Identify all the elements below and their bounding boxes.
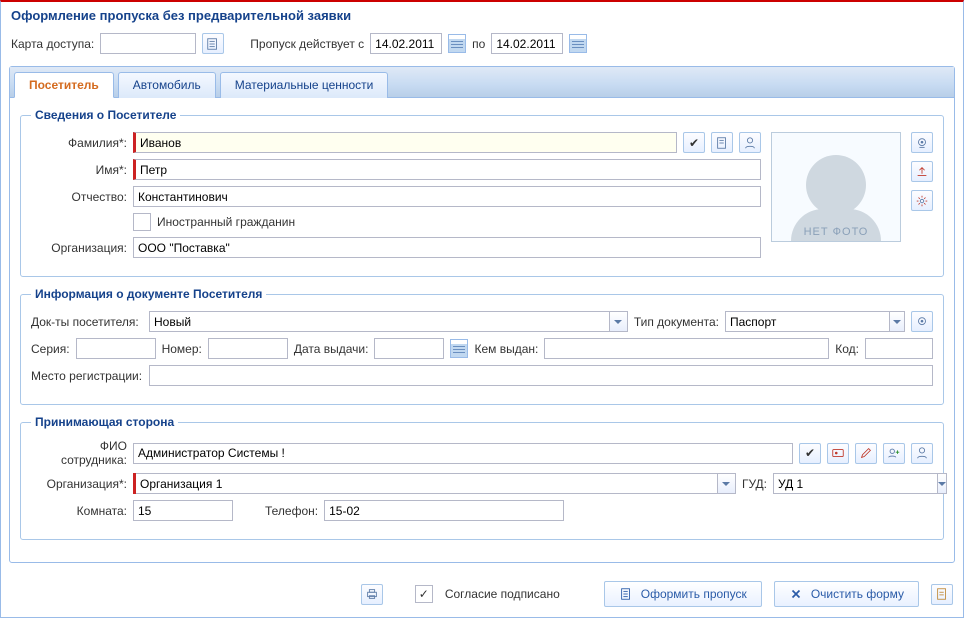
settings-icon[interactable] — [911, 190, 933, 211]
fieldset-visitor: Сведения о Посетителе Фамилия*: ✔ — [20, 108, 944, 277]
visitor-org-label: Организация: — [31, 241, 127, 255]
foreigner-label: Иностранный гражданин — [157, 215, 295, 229]
consent-label: Согласие подписано — [445, 587, 560, 601]
surname-label: Фамилия*: — [31, 136, 127, 150]
chevron-down-icon[interactable] — [718, 473, 736, 494]
issue-date-label: Дата выдачи: — [294, 342, 369, 356]
room-label: Комната: — [31, 504, 127, 518]
code-input[interactable] — [865, 338, 933, 359]
number-input[interactable] — [208, 338, 288, 359]
host-fio-input[interactable] — [133, 443, 793, 464]
fieldset-host: Принимающая сторона ФИО сотрудника: ✔ — [20, 415, 944, 540]
card-scan-icon[interactable] — [202, 33, 224, 54]
fieldset-docs: Информация о документе Посетителя Док-ты… — [20, 287, 944, 405]
tab-vehicle[interactable]: Автомобиль — [118, 72, 216, 98]
chevron-down-icon[interactable] — [890, 311, 905, 332]
validity-toolbar: Карта доступа: Пропуск действует с по — [1, 31, 963, 64]
series-label: Серия: — [31, 342, 70, 356]
valid-from-label: Пропуск действует с — [250, 37, 364, 51]
card-label: Карта доступа: — [11, 37, 94, 51]
tab-materials[interactable]: Материальные ценности — [220, 72, 389, 98]
issue-date-calendar-icon[interactable] — [450, 339, 468, 358]
valid-to-label: по — [472, 37, 485, 51]
phone-label: Телефон: — [265, 504, 318, 518]
reg-input[interactable] — [149, 365, 933, 386]
host-edit-icon[interactable] — [855, 443, 877, 464]
form-body: Сведения о Посетителе Фамилия*: ✔ — [10, 98, 954, 562]
clear-button[interactable]: Очистить форму — [774, 581, 919, 607]
scan-doc-icon[interactable] — [911, 311, 933, 332]
host-org-value[interactable] — [136, 473, 718, 494]
gud-value[interactable] — [773, 473, 938, 494]
tab-visitor[interactable]: Посетитель — [14, 72, 114, 98]
upload-photo-icon[interactable] — [911, 161, 933, 182]
number-label: Номер: — [162, 342, 202, 356]
issued-by-label: Кем выдан: — [474, 342, 538, 356]
host-fio-label: ФИО сотрудника: — [31, 439, 127, 467]
visitor-legend: Сведения о Посетителе — [31, 108, 180, 122]
notes-icon[interactable] — [931, 584, 953, 605]
docs-select-value[interactable] — [149, 311, 610, 332]
name-label: Имя*: — [31, 163, 127, 177]
host-org-label: Организация*: — [31, 477, 127, 491]
host-legend: Принимающая сторона — [31, 415, 178, 429]
room-input[interactable] — [133, 500, 233, 521]
submit-button[interactable]: Оформить пропуск — [604, 581, 762, 607]
chevron-down-icon[interactable] — [938, 473, 947, 494]
code-label: Код: — [835, 342, 859, 356]
print-icon[interactable] — [361, 584, 383, 605]
window-title: Оформление пропуска без предварительной … — [1, 2, 963, 31]
host-add-person-icon[interactable] — [883, 443, 905, 464]
photo-placeholder: НЕТ ФОТО — [771, 132, 901, 242]
no-photo-label: НЕТ ФОТО — [804, 226, 869, 238]
tabs-strip: Посетитель Автомобиль Материальные ценно… — [10, 67, 954, 98]
date-to-calendar-icon[interactable] — [569, 34, 587, 53]
date-from-calendar-icon[interactable] — [448, 34, 466, 53]
host-confirm-icon[interactable]: ✔ — [799, 443, 821, 464]
card-input[interactable] — [100, 33, 196, 54]
pass-registration-window: Оформление пропуска без предварительной … — [0, 0, 964, 618]
doc-type-select[interactable] — [725, 311, 905, 332]
doc-type-value[interactable] — [725, 311, 890, 332]
surname-input[interactable] — [133, 132, 677, 153]
footer-actions: Согласие подписано Оформить пропуск Очис… — [1, 571, 963, 617]
person-icon[interactable] — [739, 132, 761, 153]
confirm-icon[interactable]: ✔ — [683, 132, 705, 153]
name-input[interactable] — [133, 159, 761, 180]
doc-type-label: Тип документа: — [634, 315, 719, 329]
tabs-panel: Посетитель Автомобиль Материальные ценно… — [9, 66, 955, 563]
consent-checkbox[interactable] — [415, 585, 433, 603]
chevron-down-icon[interactable] — [610, 311, 628, 332]
host-org-select[interactable] — [133, 473, 736, 494]
date-to-input[interactable] — [491, 33, 563, 54]
issue-date-input[interactable] — [374, 338, 444, 359]
host-person-icon[interactable] — [911, 443, 933, 464]
visitor-org-input[interactable] — [133, 237, 761, 258]
patronymic-input[interactable] — [133, 186, 761, 207]
webcam-icon[interactable] — [911, 132, 933, 153]
docs-legend: Информация о документе Посетителя — [31, 287, 266, 301]
doc-icon[interactable] — [711, 132, 733, 153]
gud-select[interactable] — [773, 473, 933, 494]
series-input[interactable] — [76, 338, 156, 359]
host-card-icon[interactable] — [827, 443, 849, 464]
submit-button-label: Оформить пропуск — [641, 587, 747, 601]
issued-by-input[interactable] — [544, 338, 829, 359]
reg-label: Место регистрации: — [31, 369, 143, 383]
phone-input[interactable] — [324, 500, 564, 521]
docs-select[interactable] — [149, 311, 628, 332]
patronymic-label: Отчество: — [31, 190, 127, 204]
gud-label: ГУД: — [742, 477, 767, 491]
date-from-input[interactable] — [370, 33, 442, 54]
clear-button-label: Очистить форму — [811, 587, 904, 601]
foreigner-checkbox[interactable] — [133, 213, 151, 231]
docs-label: Док-ты посетителя: — [31, 315, 143, 329]
